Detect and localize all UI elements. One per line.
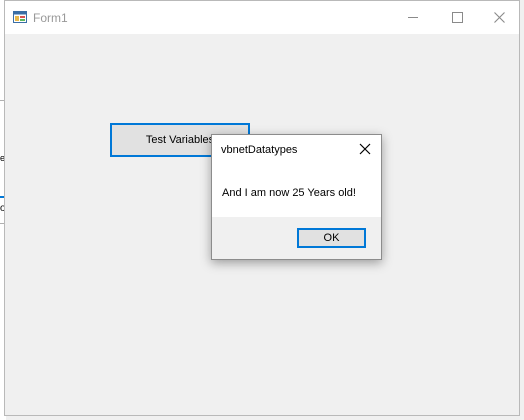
- close-icon: [493, 12, 505, 23]
- message-box-title: vbnetDatatypes: [221, 144, 298, 156]
- message-box-text: And I am now 25 Years old!: [222, 187, 356, 199]
- title-bar[interactable]: Form1: [5, 1, 519, 34]
- maximize-icon: [451, 12, 463, 23]
- message-box-footer: OK: [212, 217, 381, 259]
- app-icon: [13, 11, 27, 23]
- message-box-close-icon[interactable]: [358, 142, 372, 156]
- window-title: Form1: [33, 11, 68, 25]
- minimize-icon: [408, 17, 418, 18]
- ok-button[interactable]: OK: [297, 228, 366, 248]
- minimize-button[interactable]: [391, 1, 435, 34]
- close-button[interactable]: [477, 1, 521, 34]
- maximize-button[interactable]: [435, 1, 479, 34]
- message-box-dialog: vbnetDatatypes And I am now 25 Years old…: [211, 134, 382, 260]
